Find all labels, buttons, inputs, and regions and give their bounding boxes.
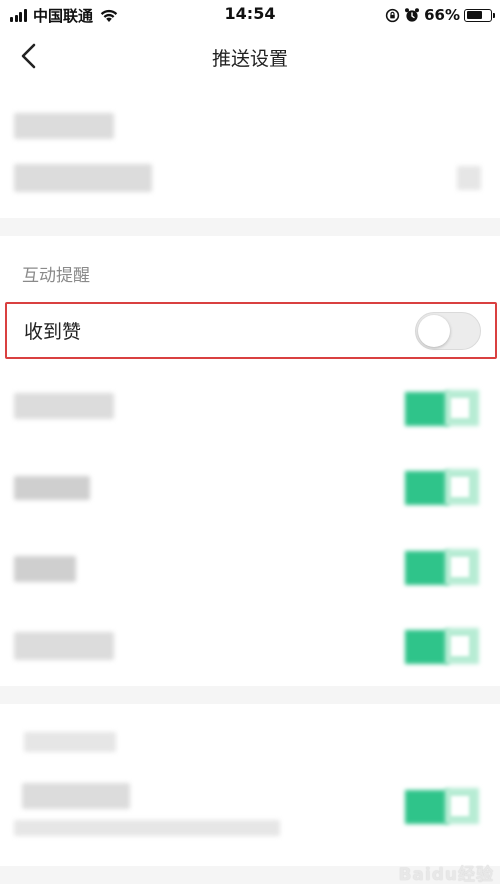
- section-title: 互动提醒: [22, 266, 90, 286]
- blurred-text: [14, 820, 280, 836]
- likes-notification-label: 收到赞: [24, 321, 82, 343]
- section-divider: [0, 218, 500, 236]
- blurred-toggle[interactable]: [405, 547, 481, 587]
- likes-notification-toggle[interactable]: [415, 312, 481, 350]
- blurred-text: [14, 556, 76, 582]
- blurred-text: [14, 113, 114, 139]
- blurred-text: [22, 783, 130, 809]
- battery-percent: 66%: [424, 6, 460, 24]
- blurred-text: [14, 476, 90, 500]
- section-divider: [0, 686, 500, 704]
- blurred-indicator: [457, 166, 481, 190]
- blurred-text: [14, 632, 114, 660]
- page-title: 推送设置: [211, 48, 288, 70]
- status-bar-right: 66%: [385, 5, 495, 25]
- blurred-toggle[interactable]: [405, 626, 481, 666]
- blurred-text: [14, 393, 114, 419]
- baidu-watermark: Baidu经验: [398, 865, 494, 885]
- blurred-toggle[interactable]: [405, 388, 481, 428]
- alarm-icon: [405, 8, 420, 22]
- blurred-toggle[interactable]: [405, 467, 481, 507]
- status-bar: 中国联通 14:54 66%: [0, 0, 500, 30]
- navigation-bar: 推送设置: [0, 34, 500, 78]
- toggle-knob: [418, 315, 450, 347]
- battery-fill: [466, 11, 482, 19]
- likes-notification-row[interactable]: 收到赞: [5, 302, 497, 359]
- rotation-lock-icon: [385, 8, 400, 22]
- battery-icon: [464, 8, 495, 22]
- blurred-toggle[interactable]: [405, 786, 481, 826]
- blurred-text: [24, 732, 116, 752]
- blurred-text: [14, 164, 152, 192]
